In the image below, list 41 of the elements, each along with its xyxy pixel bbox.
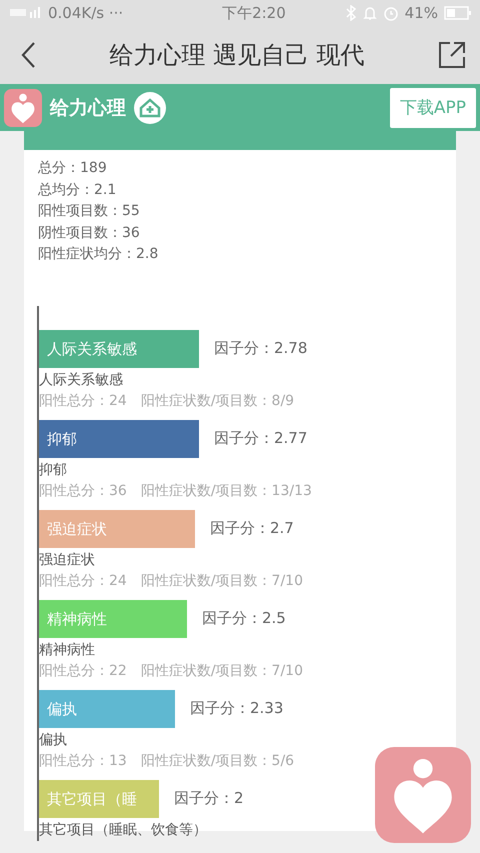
bluetooth-icon [344, 5, 357, 21]
factor-score: 因子分：2.5 [202, 609, 286, 628]
factor-name: 抑郁 [39, 460, 68, 480]
back-icon[interactable] [20, 41, 36, 69]
page-title: 给力心理 遇见自己 现代 [108, 40, 366, 71]
factor-name: 强迫症状 [39, 550, 96, 570]
brand-name: 给力心理 [50, 96, 126, 120]
battery-percent: 41% [404, 4, 438, 22]
factor-bar: 抑郁 [39, 420, 199, 458]
heart-logo-icon [4, 88, 42, 126]
factor-bar: 其它项目（睡 [39, 780, 159, 818]
factor-detail: 阳性总分：36 阳性症状数/项目数：13/13 [39, 482, 313, 500]
summary-stat: 总均分：2.1 [38, 180, 118, 200]
factor-name: 其它项目（睡眠、饮食等） [39, 820, 208, 840]
factor-detail: 阳性总分：13 阳性症状数/项目数：5/6 [39, 752, 296, 770]
network-speed: 0.04K/s ··· [48, 4, 124, 22]
summary-stat: 阴性项目数：36 [38, 224, 141, 242]
clock: 下午2:20 [221, 4, 286, 22]
alarm-icon [382, 5, 399, 21]
factor-score: 因子分：2.77 [214, 429, 308, 448]
summary-stat: 阳性项目数：55 [38, 202, 141, 221]
factor-score: 因子分：2.78 [214, 339, 308, 358]
factor-bar: 强迫症状 [39, 510, 195, 548]
factor-name: 精神病性 [39, 640, 96, 660]
factor-bar: 人际关系敏感 [39, 330, 199, 368]
factor-score: 因子分：2.7 [210, 519, 294, 538]
bell-icon [362, 5, 377, 21]
factor-bar: 偏执 [39, 690, 175, 728]
factor-detail: 阳性总分：24 阳性症状数/项目数：8/9 [39, 392, 296, 410]
factor-name: 人际关系敏感 [39, 370, 124, 390]
share-icon[interactable] [438, 41, 466, 69]
factor-detail: 阳性总分：24 阳性症状数/项目数：7/10 [39, 572, 304, 590]
download-app-button[interactable]: 下载APP [390, 88, 476, 128]
battery-icon [444, 6, 472, 20]
factor-score: 因子分：2.33 [190, 699, 284, 718]
factor-name: 偏执 [39, 730, 68, 750]
factor-bar: 精神病性 [39, 600, 187, 638]
summary-stat: 阳性症状均分：2.8 [38, 245, 160, 264]
factor-score: 因子分：2 [174, 789, 244, 808]
summary-stat: 总分：189 [38, 159, 108, 178]
factor-detail: 阳性总分：22 阳性症状数/项目数：7/10 [39, 662, 304, 680]
